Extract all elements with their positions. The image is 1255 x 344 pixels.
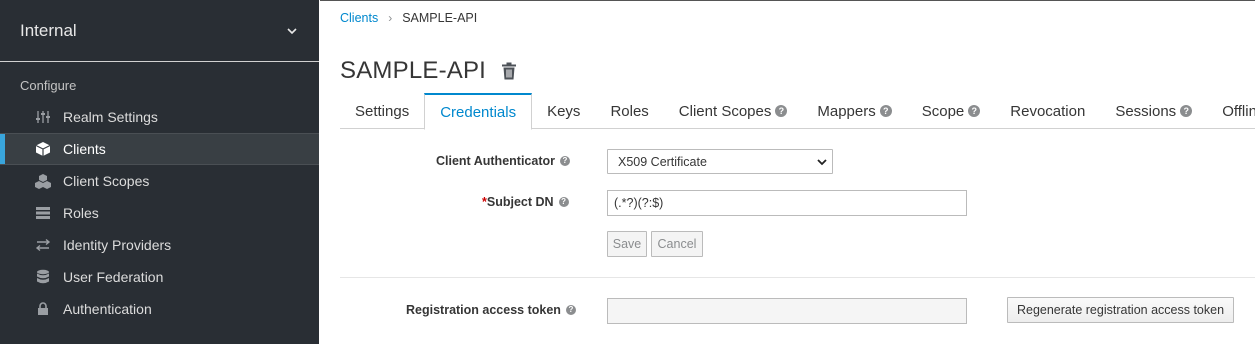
realm-name: Internal (20, 20, 77, 40)
tab-bar: Settings Credentials Keys Roles Client S… (340, 93, 1255, 130)
chevron-down-icon (287, 27, 297, 34)
tab-scope[interactable]: Scope? (907, 93, 996, 129)
help-icon[interactable]: ? (879, 105, 892, 117)
regenerate-token-button[interactable]: Regenerate registration access token (1007, 297, 1234, 323)
sidebar-item-label: Authentication (63, 301, 152, 317)
cancel-button[interactable]: Cancel (651, 231, 703, 257)
tab-offline-access[interactable]: Offline A (1207, 93, 1255, 129)
chevron-down-icon (817, 159, 827, 166)
sidebar-item-client-scopes[interactable]: Client Scopes (0, 165, 319, 197)
sidebar-item-user-federation[interactable]: User Federation (0, 261, 319, 293)
tab-roles[interactable]: Roles (595, 93, 663, 129)
main-content: Clients › SAMPLE-API SAMPLE-API Settings… (320, 0, 1255, 344)
exchange-icon (34, 236, 52, 254)
sidebar-item-label: User Federation (63, 269, 164, 285)
tab-label: Mappers (817, 102, 876, 120)
subject-dn-label: * Subject DN ? (482, 195, 569, 209)
sidebar-item-label: Identity Providers (63, 237, 172, 253)
breadcrumb-separator: › (388, 11, 393, 25)
client-authenticator-label: Client Authenticator ? (436, 154, 570, 168)
breadcrumb: Clients › SAMPLE-API (340, 11, 477, 25)
tab-label: Revocation (1010, 102, 1086, 120)
tab-credentials[interactable]: Credentials (424, 93, 533, 130)
tab-label: Scope (921, 102, 965, 120)
tab-sessions[interactable]: Sessions? (1100, 93, 1207, 129)
breadcrumb-current: SAMPLE-API (402, 11, 478, 25)
tab-mappers[interactable]: Mappers? (802, 93, 906, 129)
sidebar-item-label: Roles (63, 205, 99, 221)
field-label-text: Subject DN (486, 195, 554, 209)
realm-selector[interactable]: Internal (0, 0, 319, 62)
save-button[interactable]: Save (607, 231, 647, 257)
help-icon[interactable]: ? (559, 156, 570, 166)
tab-client-scopes[interactable]: Client Scopes? (664, 93, 803, 129)
tab-label: Keys (547, 102, 581, 120)
sidebar-item-roles[interactable]: Roles (0, 197, 319, 229)
tab-label: Offline A (1222, 102, 1255, 120)
sidebar-item-label: Realm Settings (63, 109, 158, 125)
tab-label: Credentials (440, 103, 517, 121)
select-value: X509 Certificate (618, 154, 707, 169)
sidebar-item-authentication[interactable]: Authentication (0, 293, 319, 325)
sidebar-item-label: Client Scopes (63, 173, 150, 189)
sidebar-item-identity-providers[interactable]: Identity Providers (0, 229, 319, 261)
tab-label: Roles (610, 102, 649, 120)
title-row: SAMPLE-API (340, 57, 517, 85)
tab-label: Client Scopes (678, 102, 772, 120)
registration-token-input[interactable] (607, 298, 967, 324)
subject-dn-input[interactable]: (.*?)(?:$) (607, 190, 967, 216)
help-icon[interactable]: ? (1180, 105, 1193, 117)
help-icon[interactable]: ? (558, 197, 569, 207)
database-icon (34, 268, 52, 286)
tab-revocation[interactable]: Revocation (995, 93, 1100, 129)
sidebar-item-label: Clients (63, 141, 106, 157)
field-label-text: Client Authenticator (436, 154, 555, 168)
page-title: SAMPLE-API (340, 57, 487, 84)
sidebar-item-clients[interactable]: Clients (0, 133, 319, 165)
cube-icon (34, 140, 52, 158)
breadcrumb-clients-link[interactable]: Clients (340, 11, 378, 25)
registration-token-label: Registration access token ? (406, 303, 576, 317)
tab-label: Settings (355, 102, 410, 120)
help-icon[interactable]: ? (565, 305, 576, 315)
sliders-icon (34, 108, 52, 126)
client-authenticator-select[interactable]: X509 Certificate (607, 149, 833, 174)
tab-keys[interactable]: Keys (532, 93, 595, 129)
help-icon[interactable]: ? (968, 105, 981, 117)
tab-label: Sessions (1115, 102, 1177, 120)
help-icon[interactable]: ? (775, 105, 788, 117)
cubes-icon (34, 172, 52, 190)
sidebar-section-title: Configure (20, 78, 77, 93)
list-icon (34, 204, 52, 222)
field-label-text: Registration access token (406, 303, 561, 317)
divider (340, 277, 1255, 278)
sidebar: Internal Configure Realm Settings Client… (0, 0, 319, 344)
sidebar-item-realm-settings[interactable]: Realm Settings (0, 101, 319, 133)
trash-icon[interactable] (501, 62, 517, 80)
tab-settings[interactable]: Settings (340, 93, 424, 129)
lock-icon (34, 300, 52, 318)
